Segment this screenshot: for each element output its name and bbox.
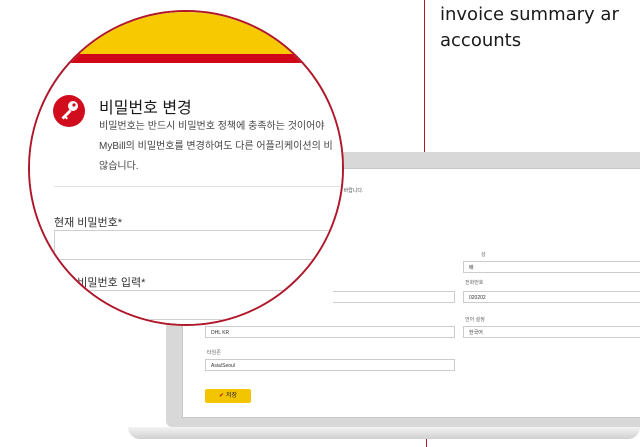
laptop-base bbox=[128, 427, 640, 439]
description-line: 않습니다. bbox=[99, 161, 139, 172]
magnifier-circle: 비밀번호 변경 비밀번호는 반드시 비밀번호 정책에 충족하는 것이어야 MyB… bbox=[28, 10, 344, 326]
last-name-label: 성 bbox=[481, 252, 486, 258]
save-label: 저장 bbox=[225, 393, 238, 399]
page-description: 비밀번호는 반드시 비밀번호 정책에 충족하는 것이어야 MyBill의 비밀번… bbox=[99, 117, 333, 177]
connector-line bbox=[424, 0, 425, 160]
checkmark-icon: ✔ bbox=[218, 393, 224, 399]
timezone-select[interactable]: Asia/Seoul bbox=[205, 359, 455, 371]
save-button[interactable]: ✔ 저장 bbox=[205, 389, 251, 403]
caption-line: invoice summary ar bbox=[440, 4, 619, 25]
new-password-input[interactable] bbox=[54, 290, 342, 320]
phone-label: 전화번호 bbox=[465, 280, 484, 286]
description-line: 비밀번호는 반드시 비밀번호 정책에 충족하는 것이어야 bbox=[99, 121, 325, 132]
brand-header bbox=[30, 12, 342, 54]
brand-stripe bbox=[30, 54, 342, 63]
company-field[interactable]: DHL KR bbox=[205, 326, 455, 338]
description-line: MyBill의 비밀번호를 변경하여도 다른 어플리케이션의 비 bbox=[99, 141, 333, 152]
key-icon bbox=[53, 95, 85, 127]
caption-line: accounts bbox=[440, 30, 522, 51]
current-password-input[interactable] bbox=[54, 230, 342, 260]
language-select[interactable]: 한국어 bbox=[463, 326, 640, 338]
left-field[interactable] bbox=[333, 291, 455, 303]
section-divider bbox=[54, 186, 342, 187]
current-password-label: 현재 비밀번호* bbox=[54, 217, 123, 229]
marketing-caption: invoice summary ar accounts bbox=[440, 2, 640, 54]
new-password-label: 신규 비밀번호 입력* bbox=[54, 277, 146, 289]
timezone-label: 타임존 bbox=[207, 350, 221, 356]
connector-line-bottom bbox=[426, 439, 427, 447]
page-title: 비밀번호 변경 bbox=[99, 100, 192, 117]
phone-field[interactable]: 020202 bbox=[463, 291, 640, 303]
last-name-field[interactable]: 배 bbox=[463, 261, 640, 273]
language-label: 언어 설정 bbox=[465, 317, 485, 323]
